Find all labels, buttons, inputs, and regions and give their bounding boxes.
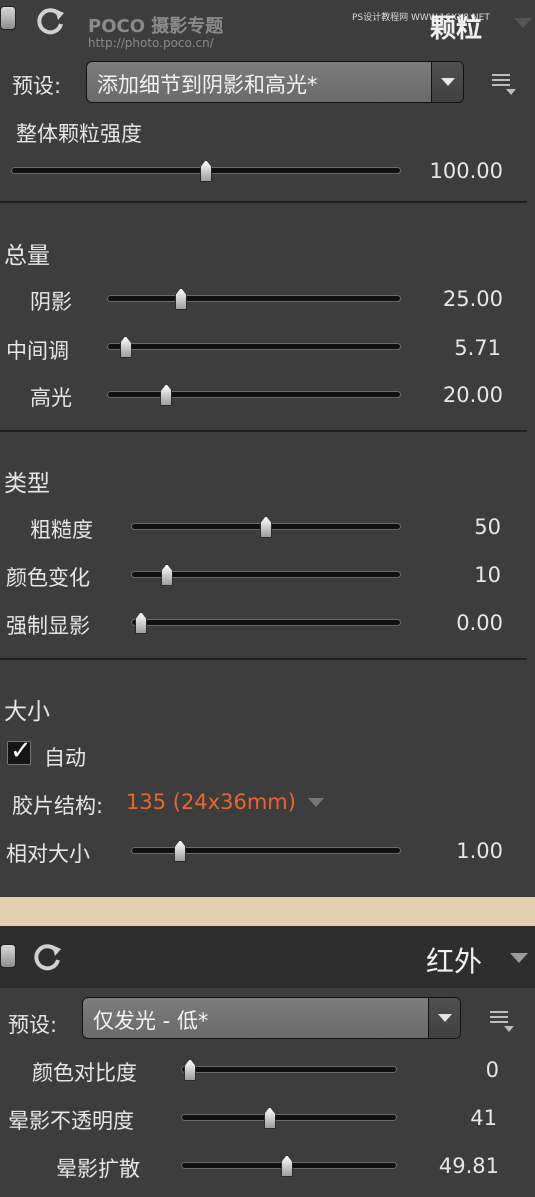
grain-panel: POCO 摄影专题 http://photo.poco.cn/ PS设计教程网 … <box>0 0 535 897</box>
film-format-value[interactable]: 135 (24x36mm) <box>126 790 296 814</box>
relative-size-slider[interactable] <box>131 840 401 862</box>
slider-thumb[interactable] <box>280 1155 293 1177</box>
slider-thumb[interactable] <box>160 564 173 586</box>
slider-thumb[interactable] <box>175 288 187 310</box>
shadows-label: 阴影 <box>30 290 72 314</box>
relative-size-label: 相对大小 <box>6 842 90 866</box>
preset-dropdown-button[interactable] <box>428 998 460 1038</box>
slider-thumb[interactable] <box>119 336 132 358</box>
midtones-label: 中间调 <box>6 339 69 363</box>
halo-opacity-label: 晕影不透明度 <box>8 1109 134 1133</box>
slider-thumb[interactable] <box>200 160 212 182</box>
watermark-url: http://photo.poco.cn/ <box>88 36 214 50</box>
auto-checkbox[interactable] <box>7 736 32 766</box>
halo-opacity-value[interactable]: 41 <box>470 1106 497 1130</box>
overall-grain-slider[interactable] <box>11 160 401 182</box>
halo-opacity-slider[interactable] <box>181 1107 397 1129</box>
color-variation-label: 颜色变化 <box>6 566 90 590</box>
preset-label: 预设: <box>12 74 62 98</box>
panel-separator <box>0 897 535 926</box>
overall-grain-label: 整体颗粒强度 <box>16 122 142 146</box>
preset-dropdown-button[interactable] <box>431 62 463 102</box>
infrared-panel: 红外 预设: 仅发光 - 低* 颜色对比度 0 晕影不透明度 41 晕影扩散 4… <box>0 926 535 1197</box>
divider <box>0 201 527 203</box>
preset-value: 仅发光 - 低* <box>93 1009 209 1033</box>
preset-menu-icon[interactable] <box>492 74 516 98</box>
slider-thumb[interactable] <box>263 1107 276 1129</box>
preset-select[interactable]: 添加细节到阴影和高光* <box>86 61 464 103</box>
roughness-slider[interactable] <box>131 516 401 538</box>
roughness-label: 粗糙度 <box>30 518 93 542</box>
relative-size-value[interactable]: 1.00 <box>456 839 503 863</box>
reset-icon[interactable] <box>33 4 67 38</box>
color-variation-slider[interactable] <box>131 564 401 586</box>
roughness-value[interactable]: 50 <box>474 515 501 539</box>
halo-spread-value[interactable]: 49.81 <box>439 1154 499 1178</box>
preset-value: 添加细节到阴影和高光* <box>97 73 318 97</box>
color-contrast-label: 颜色对比度 <box>32 1061 137 1085</box>
shadows-value[interactable]: 25.00 <box>443 287 503 311</box>
highlights-label: 高光 <box>30 386 72 410</box>
shadows-slider[interactable] <box>107 288 401 310</box>
reset-icon[interactable] <box>30 940 64 974</box>
push-processing-label: 强制显影 <box>6 614 90 638</box>
color-contrast-value[interactable]: 0 <box>486 1058 499 1082</box>
push-processing-slider[interactable] <box>131 612 401 634</box>
film-format-dropdown-icon[interactable] <box>308 798 324 807</box>
highlights-slider[interactable] <box>107 384 401 406</box>
slider-thumb[interactable] <box>135 612 147 634</box>
preset-label: 预设: <box>8 1013 58 1037</box>
midtones-slider[interactable] <box>107 336 401 358</box>
slider-thumb[interactable] <box>260 516 272 538</box>
push-processing-value[interactable]: 0.00 <box>456 611 503 635</box>
color-contrast-slider[interactable] <box>181 1059 397 1081</box>
slider-thumb[interactable] <box>160 384 173 406</box>
size-section-title: 大小 <box>4 699 50 725</box>
preset-menu-icon[interactable] <box>490 1011 514 1035</box>
preset-select[interactable]: 仅发光 - 低* <box>82 997 461 1039</box>
slider-thumb[interactable] <box>184 1059 196 1081</box>
panel-enable-toggle[interactable] <box>0 944 16 968</box>
watermark-logo: POCO 摄影专题 <box>88 16 224 37</box>
collapse-chevron-icon[interactable] <box>514 18 532 28</box>
type-section-title: 类型 <box>4 471 50 497</box>
panel-title: 颗粒 <box>430 14 483 44</box>
highlights-value[interactable]: 20.00 <box>443 383 503 407</box>
auto-label[interactable]: 自动 <box>44 742 86 772</box>
overall-grain-value[interactable]: 100.00 <box>430 159 503 183</box>
halo-spread-slider[interactable] <box>181 1155 397 1177</box>
midtones-value[interactable]: 5.71 <box>454 336 501 360</box>
color-variation-value[interactable]: 10 <box>474 563 501 587</box>
amount-section-title: 总量 <box>4 243 50 269</box>
halo-spread-label: 晕影扩散 <box>56 1157 140 1181</box>
divider <box>0 430 527 432</box>
film-format-label: 胶片结构: <box>12 794 104 818</box>
panel-title: 红外 <box>426 945 483 978</box>
collapse-chevron-icon[interactable] <box>510 953 528 963</box>
panel-enable-toggle[interactable] <box>0 6 16 30</box>
slider-thumb[interactable] <box>174 840 187 862</box>
divider <box>0 658 527 660</box>
